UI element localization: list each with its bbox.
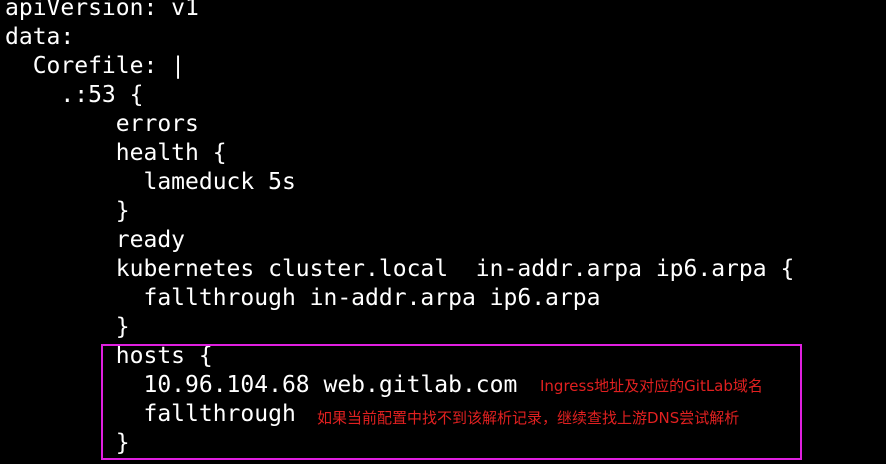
code-line-lameduck: lameduck 5s (5, 169, 296, 195)
fallthrough-annotation: 如果当前配置中找不到该解析记录，继续查找上游DNS尝试解析 (317, 409, 740, 427)
hosts-entry-annotation: Ingress地址及对应的GitLab域名 (540, 377, 763, 395)
code-line-kubernetes-open: kubernetes cluster.local in-addr.arpa ip… (5, 256, 795, 282)
code-line-kubernetes-fallthrough: fallthrough in-addr.arpa ip6.arpa (5, 285, 601, 311)
code-line-data: data: (5, 24, 75, 50)
hosts-highlight-box (101, 344, 802, 460)
code-line-errors: errors (5, 111, 199, 137)
terminal-window[interactable]: apiVersion: v1 data: Corefile: | .:53 { … (0, 0, 886, 464)
code-line-apiversion: apiVersion: v1 (5, 0, 199, 21)
code-line-health-open: health { (5, 140, 227, 166)
code-line-server-block: .:53 { (5, 82, 144, 108)
code-line-corefile: Corefile: | (5, 53, 186, 79)
code-line-kubernetes-close: } (5, 314, 130, 340)
code-line-ready: ready (5, 227, 186, 253)
code-line-health-close: } (5, 198, 130, 224)
